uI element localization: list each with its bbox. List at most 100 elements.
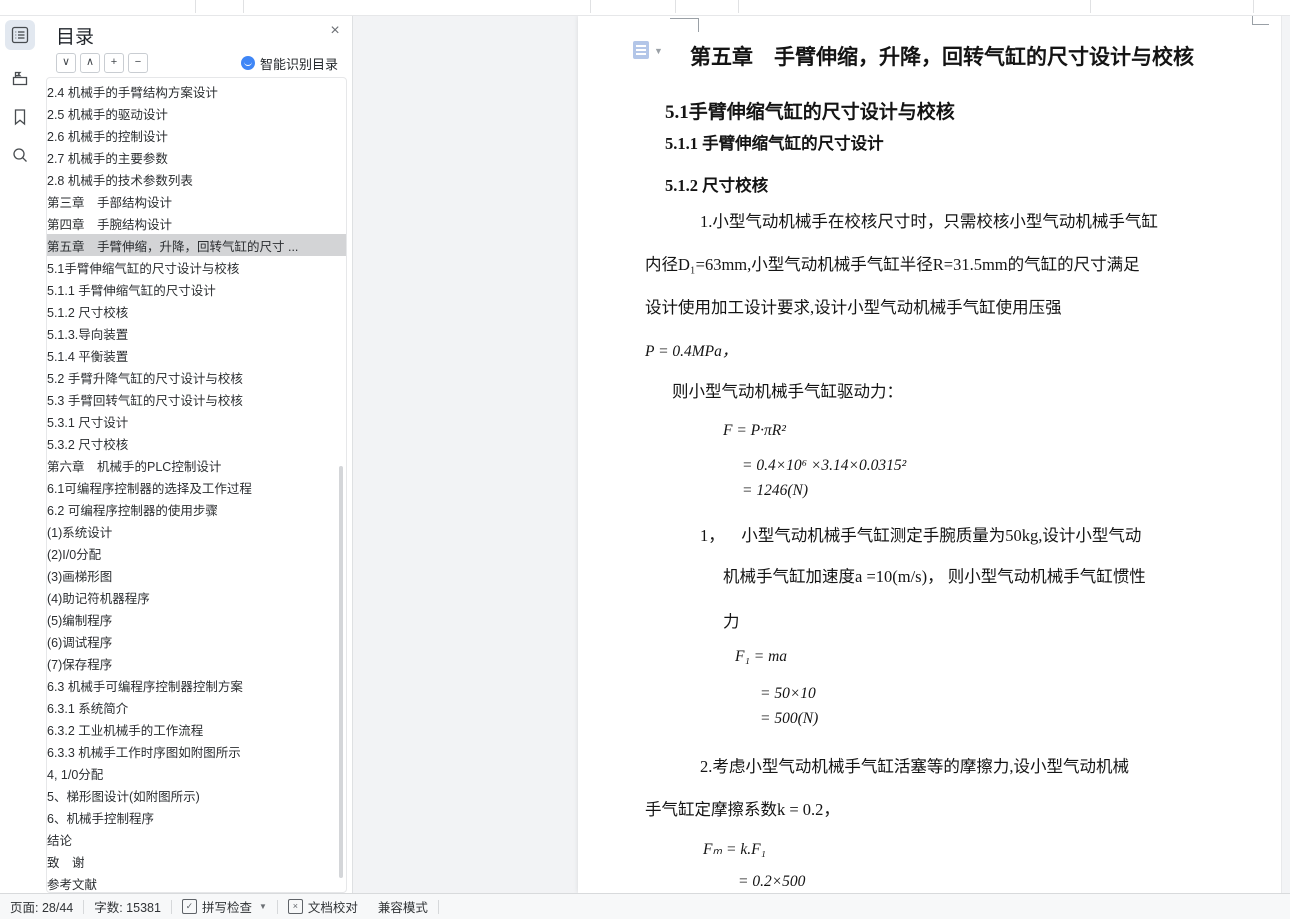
chapter-heading: 第五章 手臂伸缩，升降，回转气缸的尺寸设计与校核	[690, 45, 1194, 69]
toc-item-label: 6.3.3 机械手工作时序图如附图所示	[47, 745, 241, 760]
toc-item-label: 结论	[47, 833, 73, 848]
toc-item[interactable]: ∨ (2)I/0分配	[47, 542, 346, 564]
paragraph-tool-icon[interactable]	[633, 41, 649, 59]
smart-recognize-button[interactable]: 智能识别目录	[240, 53, 338, 73]
toc-item-label: 2.5 机械手的驱动设计	[47, 107, 168, 122]
toc-item[interactable]: ∨ 结论	[47, 828, 346, 850]
toc-list-box: ∨ 2.4 机械手的手臂结构方案设计 ∨ 2.5 机械手的驱动设计 ∨ 2.6 …	[46, 77, 347, 893]
toc-item-label: 2.8 机械手的技术参数列表	[47, 173, 193, 188]
toc-item[interactable]: ∨ 2.8 机械手的技术参数列表	[47, 168, 346, 190]
toc-item[interactable]: ∨ 5.3 手臂回转气缸的尺寸设计与校核	[47, 388, 346, 410]
toc-item-label: (2)I/0分配	[47, 547, 102, 562]
toc-item[interactable]: ∨ (4)助记符机器程序	[47, 586, 346, 608]
toc-item[interactable]: ∨ 2.6 机械手的控制设计	[47, 124, 346, 146]
catalog-icon[interactable]	[5, 20, 35, 50]
page-indicator-label: 页面: 28/44	[10, 901, 74, 915]
close-icon[interactable]: ×	[326, 22, 344, 40]
toc-item-label: 2.4 机械手的手臂结构方案设计	[47, 85, 218, 100]
ribbon-bottom-sliver	[0, 0, 1290, 16]
toc-item[interactable]: ∨ 4, 1/0分配	[47, 762, 346, 784]
toc-item[interactable]: ∨ 5.1手臂伸缩气缸的尺寸设计与校核	[47, 256, 346, 278]
toc-item-label: 第四章 手腕结构设计	[47, 217, 173, 232]
toc-item-label: 6、机械手控制程序	[47, 811, 154, 826]
toc-item[interactable]: ∨ 2.4 机械手的手臂结构方案设计	[47, 80, 346, 102]
toc-item[interactable]: ∨ 5.1.4 平衡装置	[47, 344, 346, 366]
toc-item[interactable]: ∨ (6)调试程序	[47, 630, 346, 652]
compat-mode-button[interactable]: 兼容模式	[368, 894, 438, 919]
margin-cropmark-icon	[670, 18, 699, 32]
chevron-down-icon[interactable]: ▼	[654, 46, 663, 56]
body-line: 设计使用加工设计要求,设计小型气动机械手气缸使用压强	[645, 298, 1062, 317]
doc-scrollbar[interactable]	[1281, 16, 1290, 893]
toc-item[interactable]: ∨ 5.2 手臂升降气缸的尺寸设计与校核	[47, 366, 346, 388]
toc-item[interactable]: ∨ (7)保存程序	[47, 652, 346, 674]
toc-item[interactable]: ∨ 5.1.1 手臂伸缩气缸的尺寸设计	[47, 278, 346, 300]
toc-item-label: 5.1.3.导向装置	[47, 327, 129, 342]
toc-item-label: 5.1.1 手臂伸缩气缸的尺寸设计	[47, 283, 216, 298]
toc-item[interactable]: ∨ 致 谢	[47, 850, 346, 872]
formula-line: = 50×10	[760, 685, 816, 702]
toc-item-label: 参考文献	[47, 877, 98, 892]
toc-toolbar: ∨ ∧ + − 智能识别目录	[50, 53, 342, 73]
collapse-button[interactable]: −	[128, 53, 148, 73]
toc-item[interactable]: ∨ 5.1.3.导向装置	[47, 322, 346, 344]
toc-item-label: 2.6 机械手的控制设计	[47, 129, 168, 144]
smart-recognize-label: 智能识别目录	[259, 56, 338, 72]
body-line: 机械手气缸加速度a =10(m/s)， 则小型气动机械手气缸惯性	[723, 567, 1146, 586]
toc-item[interactable]: ∨ 6、机械手控制程序	[47, 806, 346, 828]
body-line: 内径D₁=63mm,小型气动机械手气缸半径R=31.5mm的气缸的尺寸满足	[645, 255, 1140, 274]
toc-item[interactable]: ∨ 6.1可编程序控制器的选择及工作过程	[47, 476, 346, 498]
toc-item[interactable]: ∨ 6.3 机械手可编程序控制器控制方案	[47, 674, 346, 696]
toc-item-label: (7)保存程序	[47, 657, 113, 672]
status-bar: 页面: 28/44 字数: 15381 ✓ 拼写检查 ▼ × 文档校对 兼容模式	[0, 893, 1290, 919]
toc-item-label: 5.3.1 尺寸设计	[47, 415, 129, 430]
formula-line: Fₘ = k.F₁	[703, 841, 766, 858]
toc-item[interactable]: ∨ 6.3.3 机械手工作时序图如附图所示	[47, 740, 346, 762]
expand-all-button[interactable]: ∧	[80, 53, 100, 73]
toc-item[interactable]: ∨ (3)画梯形图	[47, 564, 346, 586]
formula-line: F₁ = ma	[735, 648, 788, 665]
search-icon[interactable]	[5, 140, 35, 170]
formula-line: = 0.4×10⁶ ×3.14×0.0315²	[742, 457, 907, 474]
statusbar-separator	[437, 899, 439, 914]
toc-item[interactable]: ∨ (1)系统设计	[47, 520, 346, 542]
toc-item[interactable]: ∨ 6.2 可编程序控制器的使用步骤	[47, 498, 346, 520]
toc-item[interactable]: ∨ 5.3.2 尺寸校核	[47, 432, 346, 454]
left-sidebar	[0, 16, 41, 893]
body-line: 手气缸定摩擦系数k = 0.2，	[645, 800, 840, 819]
toc-item[interactable]: ∨ 第五章 手臂伸缩，升降，回转气缸的尺寸 ...	[47, 234, 346, 256]
flag-folder-icon[interactable]	[5, 64, 35, 94]
bookmark-icon[interactable]	[5, 102, 35, 132]
toc-item-label: 致 谢	[47, 855, 85, 870]
toc-item[interactable]: ∨ 第四章 手腕结构设计	[47, 212, 346, 234]
toc-item[interactable]: ∨ 2.7 机械手的主要参数	[47, 146, 346, 168]
toc-item-label: 5.3 手臂回转气缸的尺寸设计与校核	[47, 393, 243, 408]
toc-item[interactable]: ∨ (5)编制程序	[47, 608, 346, 630]
toc-item-label: 4, 1/0分配	[47, 767, 104, 782]
toc-item-label: 6.3.1 系统简介	[47, 701, 129, 716]
toc-item[interactable]: ∨ 第三章 手部结构设计	[47, 190, 346, 212]
toc-item[interactable]: ∨ 2.5 机械手的驱动设计	[47, 102, 346, 124]
formula-line: = 500(N)	[760, 710, 819, 727]
toc-item-label: 第三章 手部结构设计	[47, 195, 173, 210]
toc-item[interactable]: ∨ 第六章 机械手的PLC控制设计	[47, 454, 346, 476]
document-page[interactable]: ▼ 第五章 手臂伸缩，升降，回转气缸的尺寸设计与校核 5.1手臂伸缩气缸的尺寸设…	[578, 16, 1290, 893]
toc-item-label: 5.1.4 平衡装置	[47, 349, 129, 364]
toc-item[interactable]: ∨ 5.3.1 尺寸设计	[47, 410, 346, 432]
toc-item[interactable]: ∨ 6.3.2 工业机械手的工作流程	[47, 718, 346, 740]
doc-proof-button[interactable]: × 文档校对	[278, 894, 368, 919]
spell-check-button[interactable]: ✓ 拼写检查 ▼	[172, 894, 277, 919]
toc-item[interactable]: ∨ 5.1.2 尺寸校核	[47, 300, 346, 322]
toc-item-label: 6.3 机械手可编程序控制器控制方案	[47, 679, 243, 694]
toc-item[interactable]: ∨ 参考文献	[47, 872, 346, 892]
expand-button[interactable]: +	[104, 53, 124, 73]
toc-item-label: 6.3.2 工业机械手的工作流程	[47, 723, 204, 738]
toolbar-separator	[738, 0, 739, 13]
collapse-all-button[interactable]: ∨	[56, 53, 76, 73]
toc-item-label: 2.7 机械手的主要参数	[47, 151, 168, 166]
toc-item[interactable]: ∨ 6.3.1 系统简介	[47, 696, 346, 718]
toc-item-label: 5、梯形图设计(如附图所示)	[47, 789, 200, 804]
toc-item[interactable]: ∨ 5、梯形图设计(如附图所示)	[47, 784, 346, 806]
toc-scrollbar[interactable]	[339, 466, 343, 878]
chevron-down-icon: ▼	[258, 902, 267, 911]
